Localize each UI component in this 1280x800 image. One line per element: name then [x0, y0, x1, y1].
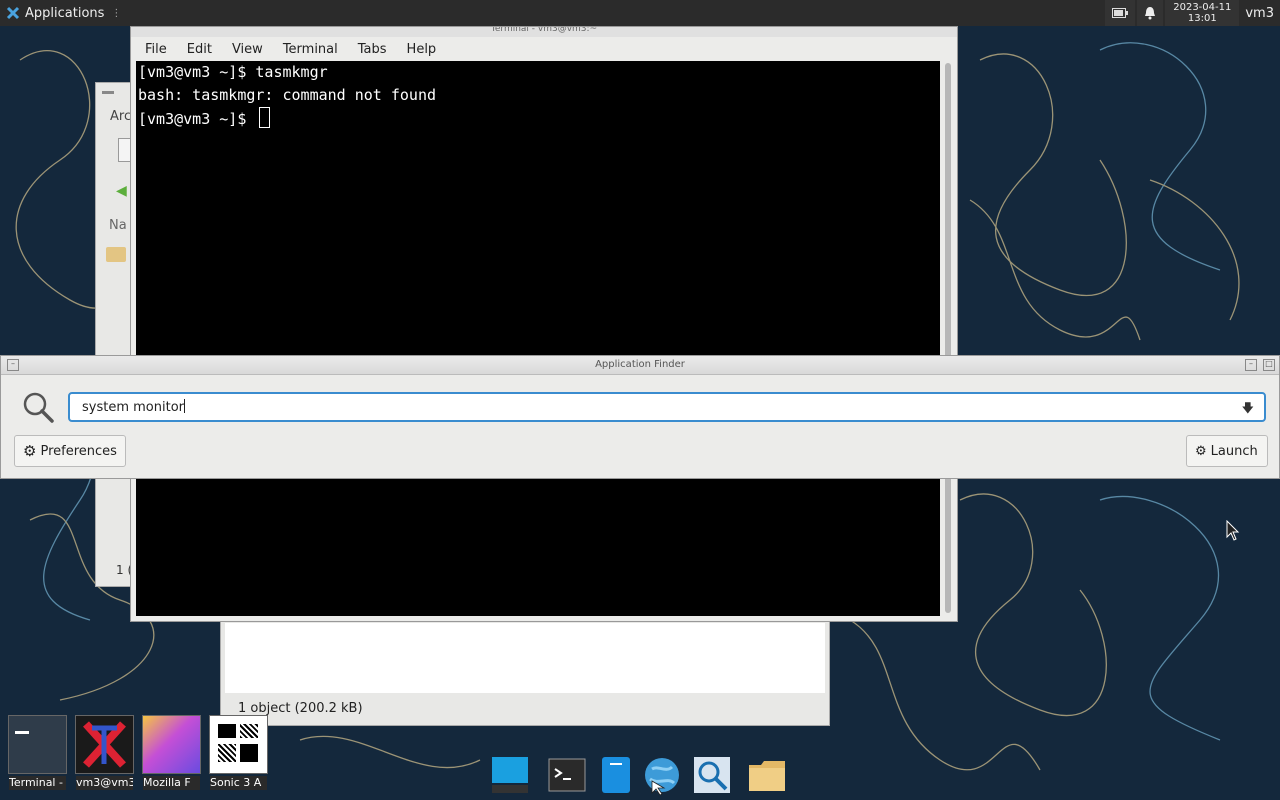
notification-bell-icon[interactable]: [1137, 0, 1164, 26]
preferences-button[interactable]: ⚙ Preferences: [14, 435, 126, 467]
menu-view[interactable]: View: [222, 42, 273, 57]
terminal-line: [vm3@vm3 ~]$ tasmkmgr: [138, 63, 328, 81]
taskbar-label: Mozilla F: [143, 776, 200, 790]
terminal-title[interactable]: Terminal - vm3@vm3:~: [131, 27, 957, 37]
minimize-icon[interactable]: [102, 91, 114, 94]
text-caret: [184, 399, 185, 413]
menu-terminal[interactable]: Terminal: [273, 42, 348, 57]
file-manager-window: 1 object (200.2 kB): [220, 618, 830, 726]
file-manager-window-behind: Arc ◀ Na 1 (: [95, 82, 135, 587]
maximize-icon[interactable]: □: [1263, 359, 1275, 371]
battery-icon[interactable]: [1105, 0, 1136, 26]
taskbar-label: Sonic 3 A: [210, 776, 267, 790]
terminal-thumb-icon: [8, 715, 67, 774]
clock[interactable]: 2023-04-11 13:01: [1165, 0, 1240, 26]
app-finder-title[interactable]: Application Finder: [1, 356, 1279, 375]
firefox-thumb-icon: [142, 715, 201, 774]
back-arrow-icon[interactable]: ◀: [116, 183, 127, 199]
user-menu[interactable]: vm3: [1239, 0, 1280, 26]
folder-icon[interactable]: [106, 247, 126, 262]
gear-icon: ⚙: [23, 442, 37, 460]
system-tray: 2023-04-11 13:01 vm3: [1103, 0, 1280, 26]
file-manager-partial-label: Arc: [110, 109, 132, 124]
search-icon: [23, 392, 54, 423]
name-column-header[interactable]: Na: [109, 218, 127, 233]
launch-icon: ⚙: [1195, 443, 1207, 459]
terminal-prompt: [vm3@vm3 ~]$: [138, 110, 256, 128]
xorg-thumb-icon: [75, 715, 134, 774]
preferences-label: Preferences: [40, 443, 117, 459]
terminal-screen[interactable]: [vm3@vm3 ~]$ tasmkmgr bash: tasmkmgr: co…: [136, 61, 940, 616]
taskbar-item-sonic[interactable]: Sonic 3 A: [208, 714, 269, 792]
folder-icon[interactable]: [747, 755, 787, 795]
desktop-icon[interactable]: [490, 755, 530, 795]
minimize-icon[interactable]: –: [1245, 359, 1257, 371]
clock-date: 2023-04-11: [1173, 2, 1232, 13]
file-manager-icon[interactable]: [596, 755, 636, 795]
terminal-icon[interactable]: [547, 755, 587, 795]
launch-label: Launch: [1210, 443, 1258, 459]
panel-grip-icon: ⋮: [111, 7, 122, 19]
taskbar-label: Terminal -: [9, 776, 66, 790]
terminal-menubar: File Edit View Terminal Tabs Help: [135, 38, 446, 60]
clock-time: 13:01: [1187, 13, 1217, 24]
terminal-scrollbar[interactable]: [945, 63, 951, 613]
window-menu-icon[interactable]: –: [7, 359, 19, 371]
file-list-area[interactable]: [225, 623, 825, 693]
taskbar-item-firefox[interactable]: Mozilla F: [141, 714, 202, 792]
app-finder-icon[interactable]: [692, 755, 732, 795]
menu-edit[interactable]: Edit: [177, 42, 222, 57]
taskbar-item-terminal[interactable]: Terminal -: [7, 714, 68, 792]
xfce-logo-icon: [6, 6, 20, 20]
taskbar-label: vm3@vm3:~: [76, 776, 133, 790]
terminal-cursor: [259, 107, 271, 128]
applications-label: Applications: [25, 5, 105, 21]
menu-tabs[interactable]: Tabs: [348, 42, 397, 57]
mouse-pointer-icon: [1226, 520, 1240, 541]
terminal-line: bash: tasmkmgr: command not found: [138, 86, 437, 104]
top-panel: Applications ⋮ 2023-04-11 13:01 vm3: [0, 0, 1280, 26]
game-thumb-icon: [209, 715, 268, 774]
menu-file[interactable]: File: [135, 42, 177, 57]
terminal-window: Terminal - vm3@vm3:~ File Edit View Term…: [130, 26, 958, 622]
application-finder-window: Application Finder – – □ system monitor …: [0, 355, 1280, 479]
applications-menu-button[interactable]: Applications ⋮: [2, 3, 125, 23]
launch-button[interactable]: ⚙ Launch: [1186, 435, 1268, 467]
app-search-text: system monitor: [82, 400, 184, 415]
menu-help[interactable]: Help: [397, 42, 447, 57]
expand-arrow-icon[interactable]: 🡇: [1242, 399, 1254, 420]
app-search-input[interactable]: system monitor 🡇: [68, 392, 1266, 422]
taskbar-item-xterm[interactable]: vm3@vm3:~: [74, 714, 135, 792]
web-browser-icon[interactable]: [642, 755, 682, 795]
